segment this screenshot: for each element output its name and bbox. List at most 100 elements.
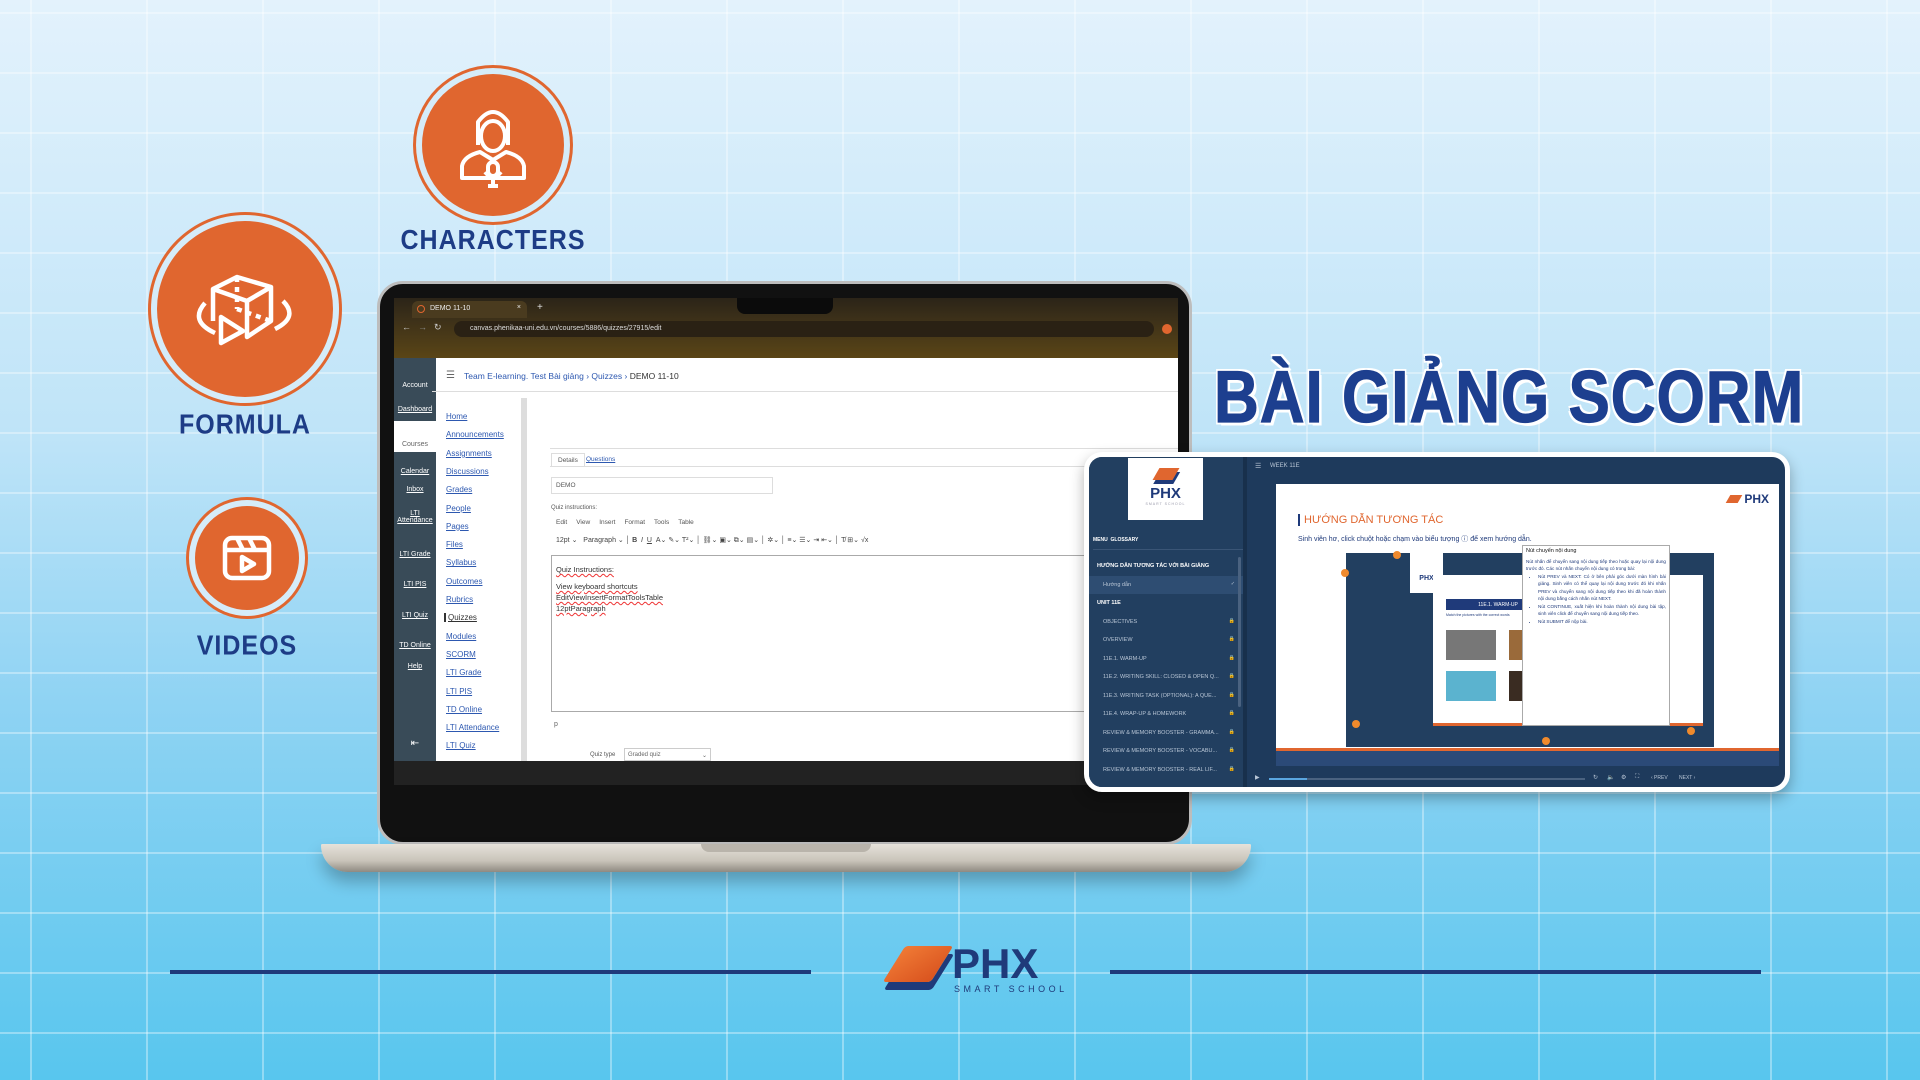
course-nav-quizzes[interactable]: Quizzes bbox=[444, 613, 477, 623]
settings-icon[interactable]: ⚙ bbox=[1621, 774, 1626, 781]
course-nav-grades[interactable]: Grades bbox=[446, 485, 472, 494]
course-nav-modules[interactable]: Modules bbox=[446, 632, 476, 641]
info-hotspot-icon[interactable] bbox=[1687, 727, 1695, 735]
editor-menu-insert[interactable]: Insert bbox=[599, 519, 615, 526]
scorm-menu-item[interactable]: 11E.3. WRITING TASK (OPTIONAL): A QUE...… bbox=[1089, 687, 1243, 705]
prev-button[interactable]: ‹ PREV bbox=[1651, 775, 1668, 781]
course-nav-rubrics[interactable]: Rubrics bbox=[446, 595, 473, 604]
next-button[interactable]: NEXT › bbox=[1679, 775, 1695, 781]
nav-lti-pis[interactable]: LTI PIS bbox=[394, 581, 436, 588]
new-tab-icon[interactable]: + bbox=[537, 302, 543, 313]
volume-icon[interactable]: 🔈 bbox=[1607, 774, 1614, 781]
scorm-menu-item[interactable]: OBJECTIVES 🔒 bbox=[1089, 613, 1243, 631]
font-size-select[interactable]: 12pt bbox=[556, 537, 570, 544]
info-hotspot-icon[interactable] bbox=[1542, 737, 1550, 745]
course-nav-lti-pis[interactable]: LTI PIS bbox=[446, 687, 472, 696]
scorm-menu-item[interactable]: 11E.2. WRITING SKILL: CLOSED & OPEN Q...… bbox=[1089, 668, 1243, 686]
editor-menu-tools[interactable]: Tools bbox=[654, 519, 669, 526]
play-icon[interactable]: ▶ bbox=[1255, 774, 1260, 781]
course-nav-syllabus[interactable]: Syllabus bbox=[446, 558, 476, 567]
browser-tab[interactable]: DEMO 11-10 × bbox=[412, 301, 527, 318]
course-nav-lti-quiz[interactable]: LTI Quiz bbox=[446, 741, 476, 750]
link-icon[interactable]: ⛓⌄ bbox=[703, 537, 718, 544]
editor-menu-format[interactable]: Format bbox=[624, 519, 645, 526]
hamburger-icon[interactable]: ☰ bbox=[1255, 462, 1261, 470]
back-icon[interactable]: ← bbox=[402, 322, 411, 332]
indent-icon[interactable]: ⇥ bbox=[813, 537, 819, 544]
text-color-icon[interactable]: A⌄ bbox=[656, 537, 667, 544]
list-icon[interactable]: ☰⌄ bbox=[799, 537, 811, 544]
nav-courses[interactable]: Courses bbox=[394, 421, 436, 452]
nav-lti-quiz[interactable]: LTI Quiz bbox=[394, 612, 436, 619]
profile-avatar[interactable] bbox=[1162, 324, 1172, 334]
scorm-menu-item[interactable]: REVIEW & MEMORY BOOSTER - GRAMMA... 🔒 bbox=[1089, 724, 1243, 742]
tab-questions[interactable]: Questions bbox=[586, 456, 615, 463]
course-nav-pages[interactable]: Pages bbox=[446, 522, 469, 531]
course-nav-lti-attendance[interactable]: LTI Attendance bbox=[446, 723, 499, 732]
editor-menu-table[interactable]: Table bbox=[678, 519, 694, 526]
block-format-select[interactable]: Paragraph bbox=[583, 537, 616, 544]
forward-icon[interactable]: → bbox=[418, 322, 427, 332]
nav-lti-grade[interactable]: LTI Grade bbox=[394, 551, 436, 558]
nav-account[interactable]: Account bbox=[394, 382, 436, 389]
quiz-type-select[interactable]: Graded quiz ⌄ bbox=[624, 748, 711, 761]
course-nav-td-online[interactable]: TD Online bbox=[446, 705, 482, 714]
scorm-menu-item[interactable]: REVIEW & MEMORY BOOSTER - VOCABU... 🔒 bbox=[1089, 742, 1243, 760]
replay-icon[interactable]: ↻ bbox=[1593, 774, 1598, 781]
hamburger-icon[interactable]: ☰ bbox=[446, 370, 455, 381]
info-hotspot-icon[interactable] bbox=[1341, 569, 1349, 577]
course-nav-lti-grade[interactable]: LTI Grade bbox=[446, 668, 481, 677]
course-nav-people[interactable]: People bbox=[446, 504, 471, 513]
reload-icon[interactable]: ↻ bbox=[434, 322, 442, 333]
address-bar[interactable]: canvas.phenikaa-uni.edu.vn/courses/5886/… bbox=[454, 321, 1154, 337]
scorm-menu-item[interactable]: 11E.4. WRAP-UP & HOMEWORK 🔒 bbox=[1089, 705, 1243, 723]
image-icon[interactable]: ▣⌄ bbox=[719, 537, 731, 544]
nav-help[interactable]: Help bbox=[394, 663, 436, 670]
align-icon[interactable]: ≡⌄ bbox=[787, 537, 797, 544]
fullscreen-icon[interactable]: ⛶ bbox=[1635, 774, 1639, 781]
progress-bar[interactable] bbox=[1269, 778, 1585, 780]
editor-menu-edit[interactable]: Edit bbox=[556, 519, 567, 526]
scorm-menu-item[interactable]: UNIT 11E bbox=[1089, 594, 1243, 612]
nav-dashboard[interactable]: Dashboard bbox=[394, 406, 436, 413]
apps-icon[interactable]: ✲⌄ bbox=[767, 537, 779, 544]
course-nav-scorm[interactable]: SCORM bbox=[446, 650, 476, 659]
underline-icon[interactable]: U bbox=[647, 537, 652, 544]
bold-icon[interactable]: B bbox=[632, 537, 637, 544]
outdent-icon[interactable]: ⇤⌄ bbox=[821, 537, 833, 544]
info-hotspot-icon[interactable] bbox=[1352, 720, 1360, 728]
nav-lti-attendance[interactable]: LTI Attendance bbox=[394, 510, 436, 524]
course-nav-assignments[interactable]: Assignments bbox=[446, 449, 492, 458]
math-icon[interactable]: √x bbox=[861, 537, 868, 544]
scorm-menu-item[interactable]: 11E.1. WARM-UP 🔒 bbox=[1089, 650, 1243, 668]
scorm-menu-item[interactable]: REVIEW & MEMORY BOOSTER - REAL LIF... 🔒 bbox=[1089, 761, 1243, 779]
italic-icon[interactable]: I bbox=[641, 537, 643, 544]
scorm-menu-item[interactable]: OVERVIEW 🔒 bbox=[1089, 631, 1243, 649]
collapse-nav-icon[interactable]: ⇤ bbox=[394, 738, 436, 749]
media-icon[interactable]: ⧉⌄ bbox=[734, 537, 745, 544]
editor-menu-view[interactable]: View bbox=[576, 519, 590, 526]
nav-td-online[interactable]: TD Online bbox=[394, 642, 436, 649]
clear-format-icon[interactable]: T̸ bbox=[841, 537, 845, 544]
breadcrumb-quizzes[interactable]: Quizzes bbox=[591, 371, 622, 381]
tab-details[interactable]: Details bbox=[551, 453, 585, 467]
close-tab-icon[interactable]: × bbox=[517, 304, 521, 311]
course-nav-home[interactable]: Home bbox=[446, 412, 467, 421]
course-nav-files[interactable]: Files bbox=[446, 540, 463, 549]
nav-calendar[interactable]: Calendar bbox=[394, 468, 436, 475]
course-nav-announcements[interactable]: Announcements bbox=[446, 430, 504, 439]
nav-inbox[interactable]: Inbox bbox=[394, 486, 436, 493]
sidebar-scrollbar[interactable] bbox=[1238, 557, 1241, 707]
tab-glossary[interactable]: GLOSSARY bbox=[1111, 537, 1139, 543]
superscript-icon[interactable]: T²⌄ bbox=[682, 537, 694, 544]
course-nav-discussions[interactable]: Discussions bbox=[446, 467, 489, 476]
scorm-menu-item[interactable]: HƯỚNG DẪN TƯƠNG TÁC VỚI BÀI GIẢNG bbox=[1089, 557, 1243, 575]
highlight-icon[interactable]: ✎⌄ bbox=[668, 537, 680, 544]
table-icon[interactable]: ⊞⌄ bbox=[847, 537, 859, 544]
breadcrumb-course[interactable]: Team E-learning. Test Bài giảng bbox=[464, 371, 584, 381]
quiz-title-input[interactable]: DEMO bbox=[551, 477, 773, 494]
scorm-menu-item[interactable]: Hướng dẫn ✓ bbox=[1089, 575, 1243, 594]
document-icon[interactable]: ▤⌄ bbox=[747, 537, 759, 544]
course-nav-outcomes[interactable]: Outcomes bbox=[446, 577, 482, 586]
tab-menu[interactable]: MENU bbox=[1093, 537, 1108, 543]
